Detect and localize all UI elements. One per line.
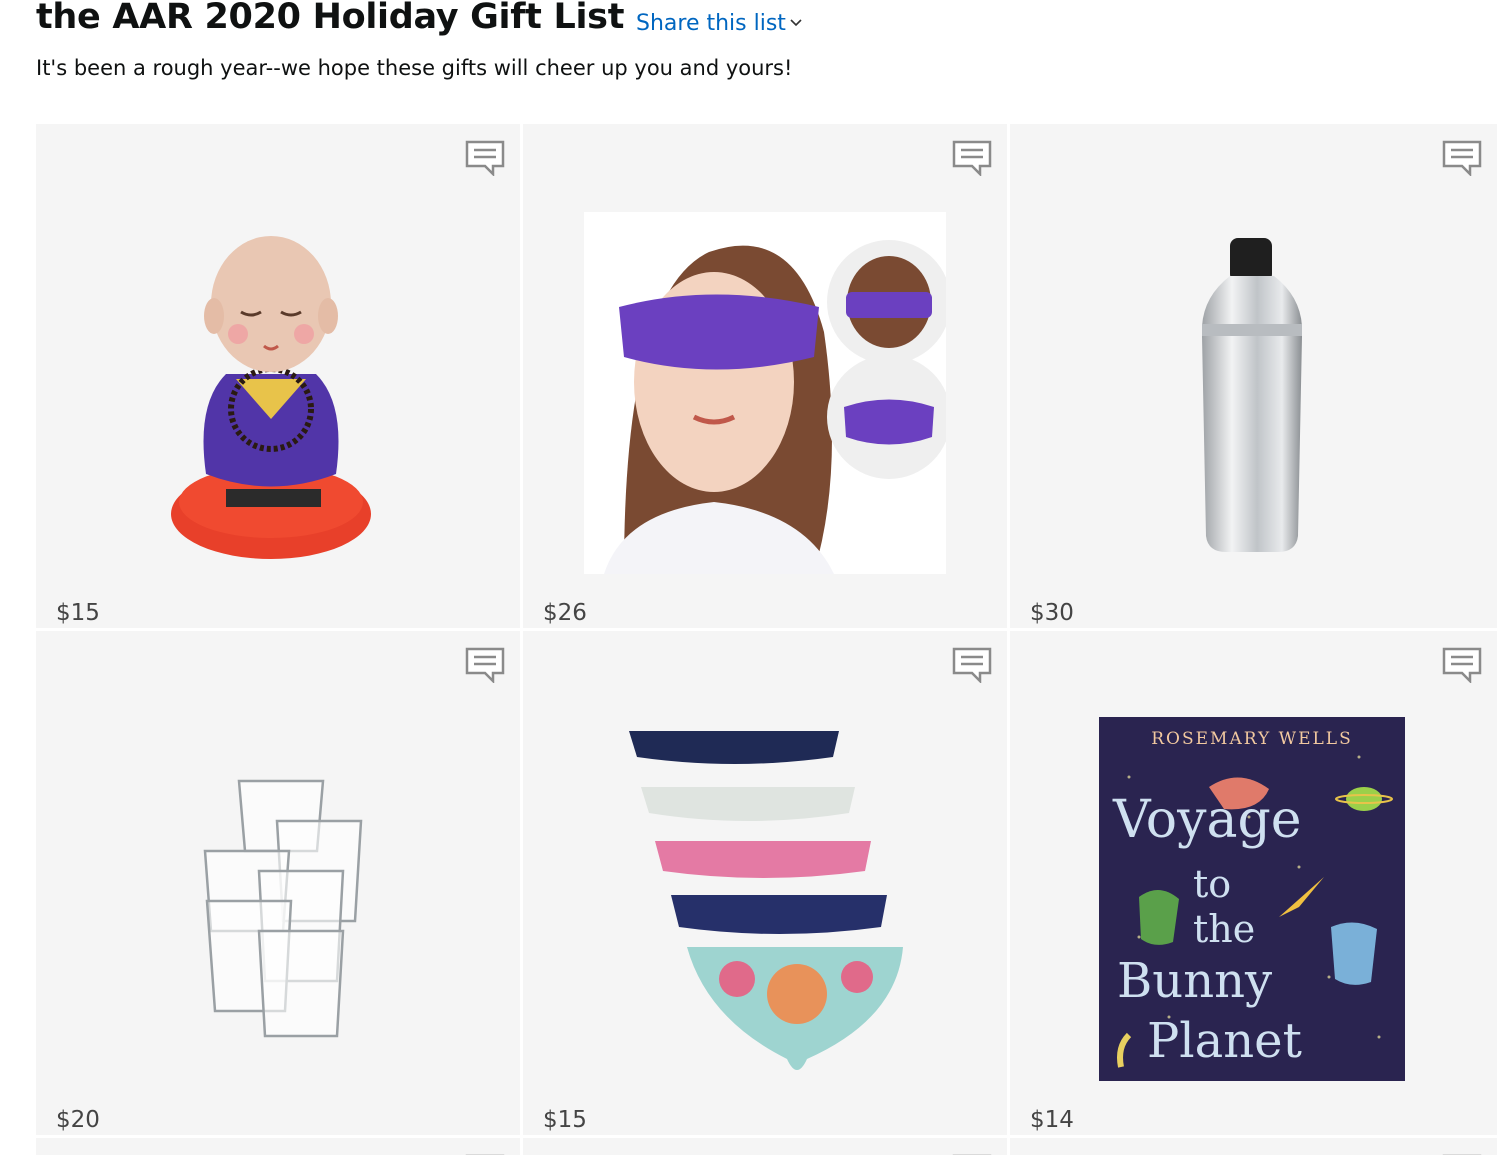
item-price: $15 [56, 600, 100, 626]
item-tile-2[interactable]: $26 [523, 124, 1007, 628]
sleep-mask-image[interactable] [584, 212, 946, 574]
share-list-label: Share this list [636, 11, 786, 36]
book-title-line-2: to [1193, 862, 1231, 906]
list-description: It's been a rough year--we hope these gi… [36, 56, 793, 80]
share-list-link[interactable]: Share this list [636, 6, 802, 39]
item-price: $26 [543, 600, 587, 626]
item-price: $20 [56, 1107, 100, 1133]
book-cover-image[interactable]: ROSEMARY WELLS Voyage to the Bunny Plane… [1099, 717, 1405, 1081]
glass-tumblers-image[interactable] [201, 771, 371, 1041]
book-title-line-5: Planet [1147, 1013, 1302, 1069]
comment-icon[interactable] [952, 140, 992, 178]
item-tile-8[interactable] [523, 1138, 1007, 1155]
item-price: $30 [1030, 600, 1074, 626]
chevron-down-icon [790, 6, 802, 36]
item-tile-7[interactable] [36, 1138, 520, 1155]
monk-figurine-image[interactable] [166, 234, 386, 564]
item-tile-6[interactable]: ROSEMARY WELLS Voyage to the Bunny Plane… [1010, 631, 1497, 1135]
comment-icon[interactable] [1442, 140, 1482, 178]
cocktail-shaker-image[interactable] [1196, 236, 1308, 556]
item-grid: $15 $26 $30 $20 $15 ROSEMARY WELLS Voyag… [36, 124, 1500, 1155]
item-tile-1[interactable]: $15 [36, 124, 520, 628]
comment-icon[interactable] [952, 647, 992, 685]
item-tile-9[interactable] [1010, 1138, 1497, 1155]
page-title: the AAR 2020 Holiday Gift List [36, 0, 625, 37]
underwear-pack-image[interactable] [627, 729, 907, 1079]
comment-icon[interactable] [465, 647, 505, 685]
comment-icon[interactable] [465, 140, 505, 178]
item-tile-4[interactable]: $20 [36, 631, 520, 1135]
item-tile-3[interactable]: $30 [1010, 124, 1497, 628]
book-author-text: ROSEMARY WELLS [1151, 729, 1353, 749]
book-title-line-1: Voyage [1112, 790, 1302, 850]
book-title-line-4: Bunny [1117, 953, 1272, 1009]
book-title-line-3: the [1193, 907, 1255, 951]
comment-icon[interactable] [1442, 647, 1482, 685]
item-price: $15 [543, 1107, 587, 1133]
item-tile-5[interactable]: $15 [523, 631, 1007, 1135]
item-price: $14 [1030, 1107, 1074, 1133]
